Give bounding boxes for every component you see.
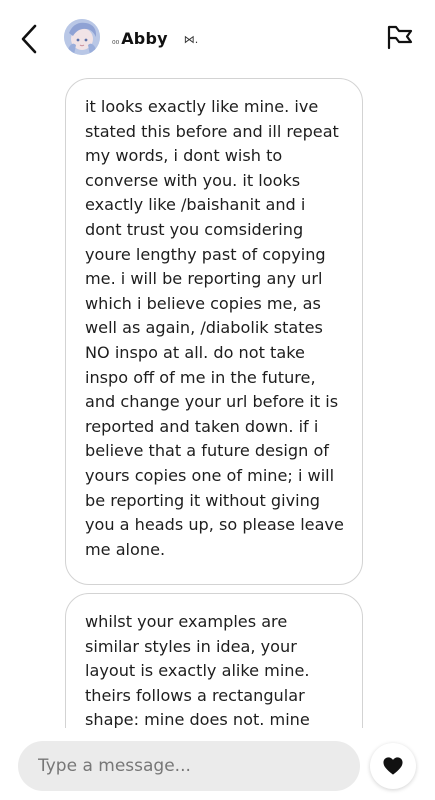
chat-screen: ₀₀ Abby ⋈. it looks exactly like mine. i… [0, 0, 435, 800]
message-bubble[interactable]: it looks exactly like mine. ive stated t… [65, 78, 363, 585]
contact-name-row[interactable]: ₀₀ Abby ⋈. [112, 27, 198, 49]
message-list[interactable]: it looks exactly like mine. ive stated t… [0, 78, 435, 728]
message-text: it looks exactly like mine. ive stated t… [85, 97, 344, 559]
name-prefix: ₀₀ [112, 37, 120, 47]
message-bubble[interactable]: whilst your examples are similar styles … [65, 593, 363, 728]
heart-icon [383, 757, 403, 775]
like-button[interactable] [370, 743, 416, 789]
avatar-image [64, 19, 100, 55]
report-flag-button[interactable] [385, 22, 415, 52]
message-composer [0, 728, 435, 800]
chevron-left-icon [21, 24, 37, 54]
avatar[interactable] [64, 19, 100, 55]
name-suffix: ⋈. [183, 32, 199, 46]
contact-name: Abby [121, 28, 168, 48]
flag-icon [387, 25, 413, 50]
message-text: whilst your examples are similar styles … [85, 612, 310, 728]
message-input[interactable] [18, 741, 360, 791]
chat-header: ₀₀ Abby ⋈. [0, 0, 435, 78]
back-button[interactable] [14, 22, 44, 56]
